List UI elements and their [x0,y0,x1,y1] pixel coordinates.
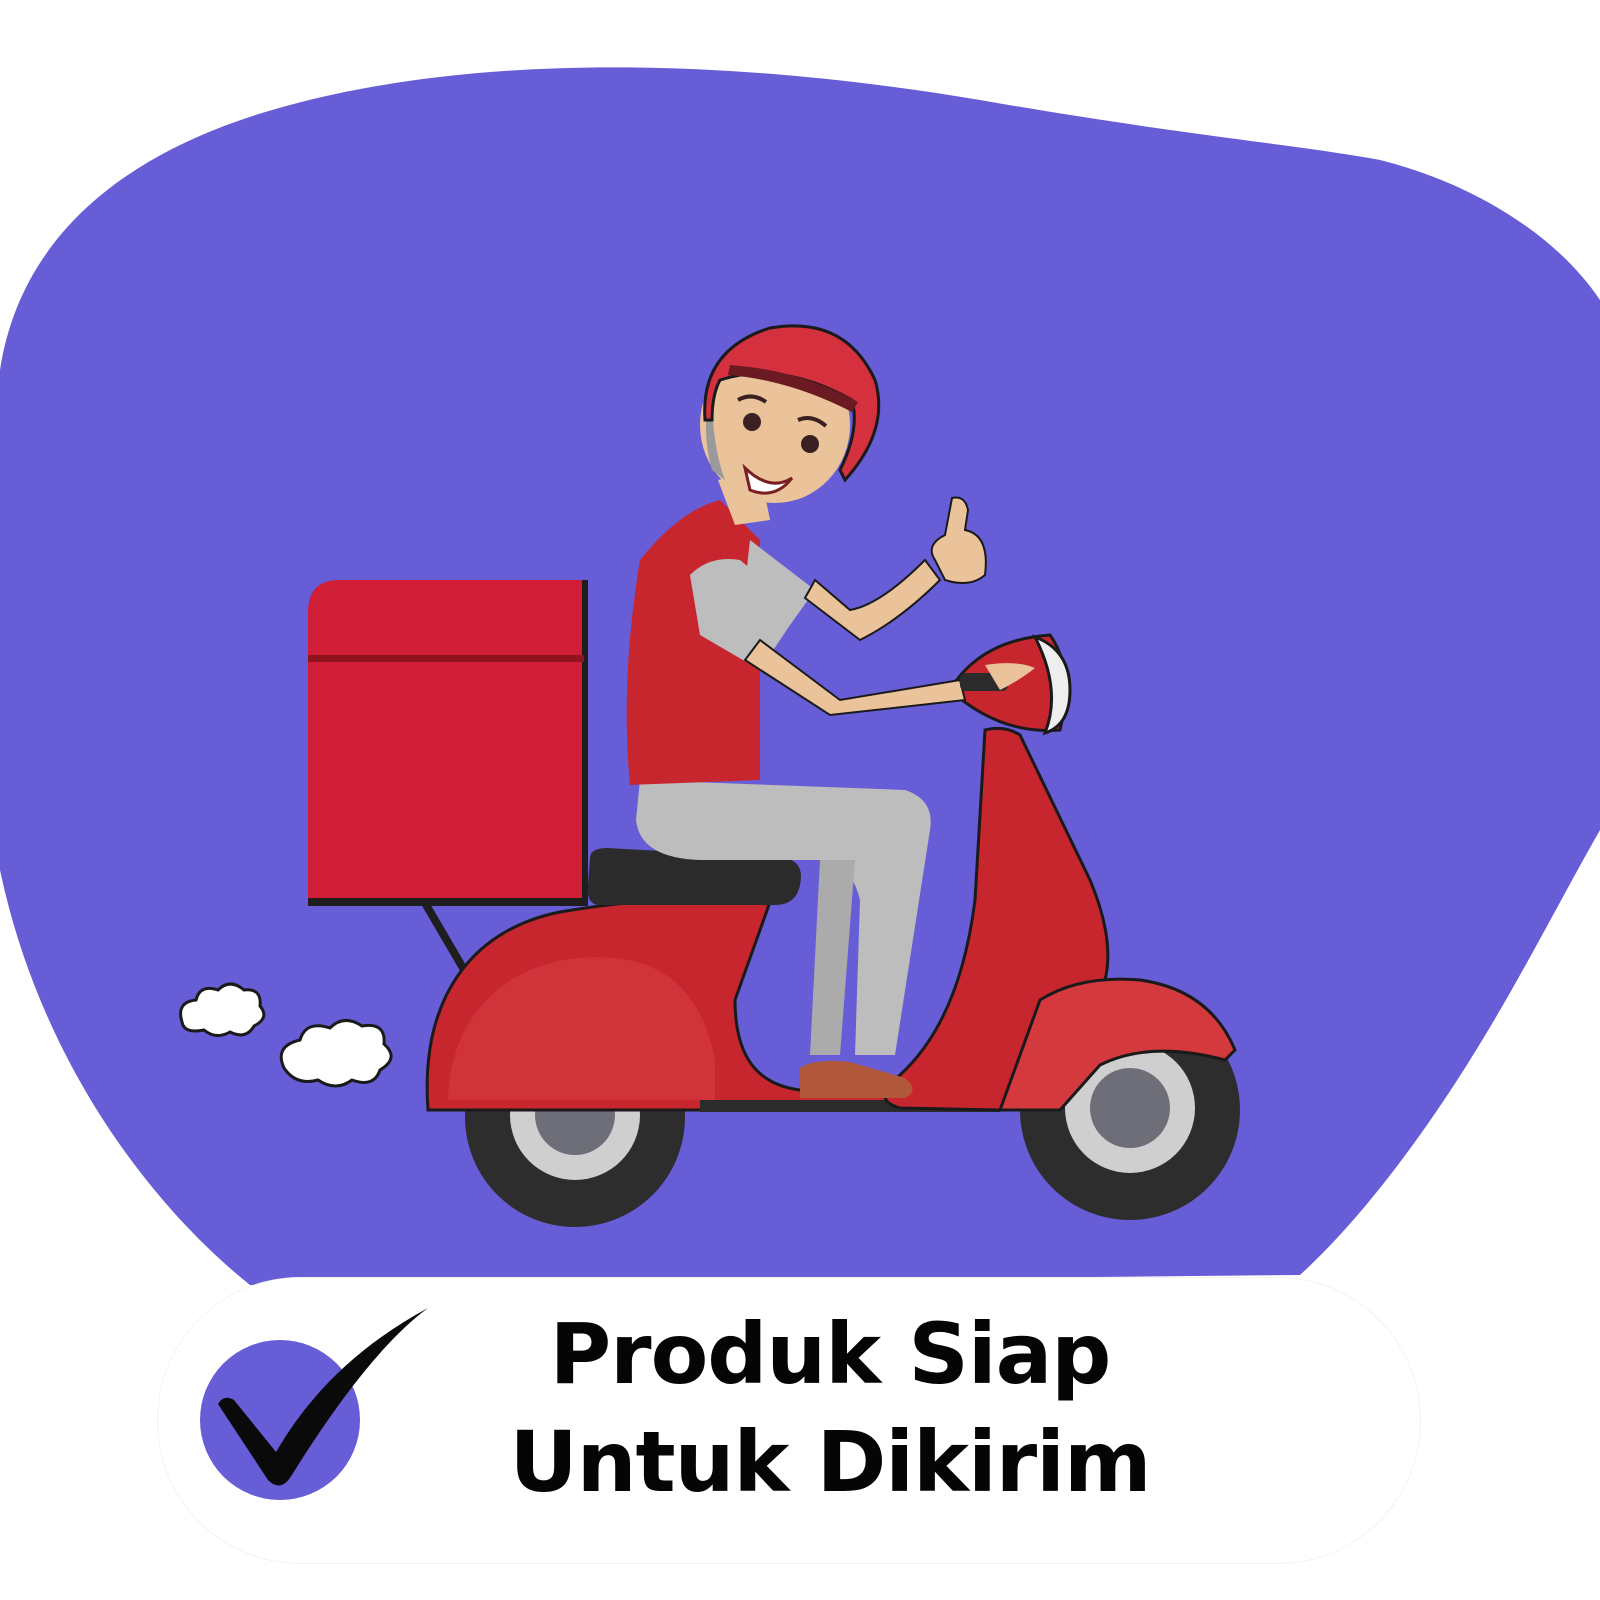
checkmark-icon [200,1308,428,1500]
caption-text: Produk Siap Untuk Dikirim [470,1300,1190,1516]
caption-line-2: Untuk Dikirim [509,1413,1152,1511]
caption-line-1: Produk Siap [549,1305,1112,1403]
promo-card: Produk Siap Untuk Dikirim [0,0,1600,1600]
